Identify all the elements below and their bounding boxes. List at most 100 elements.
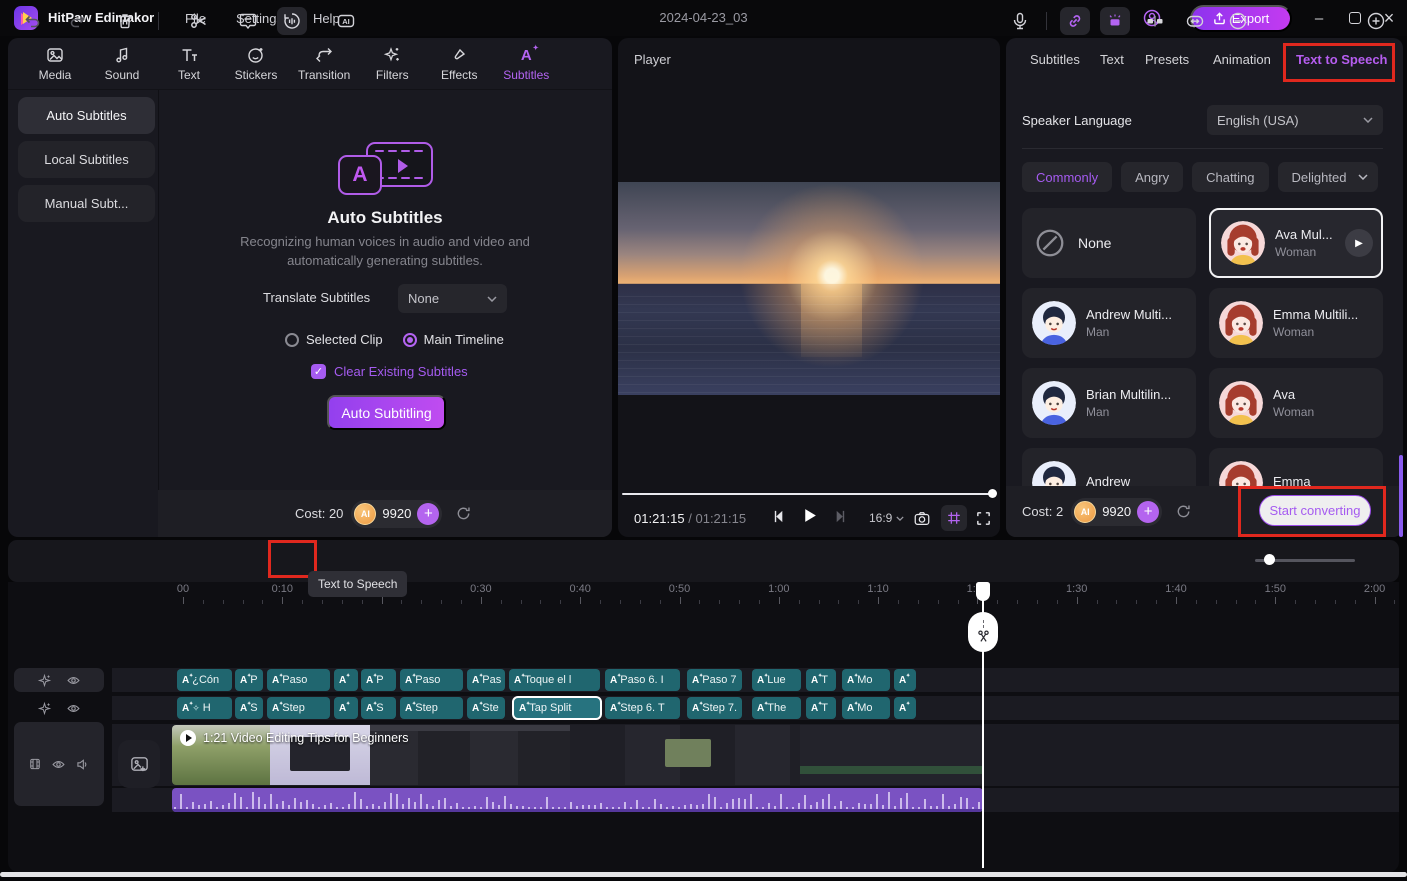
voice-card[interactable]: Ava Mul... Woman ▶ [1209,208,1383,278]
speaker-language-dropdown[interactable]: English (USA) [1207,105,1383,135]
subtitle-segment[interactable]: A ✧ Paso 6. I [605,669,680,691]
radio-selected-clip[interactable]: Selected Clip [285,332,383,347]
voice-card[interactable]: Emma Multili... Woman ▶ [1209,288,1383,358]
snap-align-icon[interactable] [1145,11,1165,31]
add-media-button[interactable] [118,740,160,788]
subtitle-segment[interactable]: A ✧ S [235,697,263,719]
refresh-credits-icon[interactable] [455,505,472,522]
subtitle-segment[interactable]: A ✧ H [177,697,232,719]
tab-transition[interactable]: Transition [298,45,350,82]
clear-existing-subtitles-checkbox[interactable]: ✓ Clear Existing Subtitles [311,364,468,379]
zoom-in-icon[interactable] [1366,11,1386,31]
track-audio-icon[interactable] [75,757,90,772]
subtitle-segment[interactable]: A ✧ Step [267,697,330,719]
tab-stickers[interactable]: Stickers [231,45,281,82]
subtitle-mode-button[interactable]: Local Subtitles [18,141,155,178]
fit-timeline-icon[interactable] [1185,11,1205,31]
aspect-ratio-dropdown[interactable]: 16:9 [869,511,904,525]
zoom-out-icon[interactable] [1228,11,1248,31]
subtitle-segment[interactable]: A ✧ Mo [842,669,890,691]
subtitle-segment[interactable]: A ✧ Toque el l [509,669,600,691]
voice-card[interactable]: Ava Woman ▶ [1209,368,1383,438]
tab-media[interactable]: Media [30,45,80,82]
subtitle-segment[interactable]: A ✧ Lue [752,669,801,691]
voice-play-button[interactable]: ▶ [1345,229,1373,257]
subtitle-mode-button[interactable]: Manual Subt... [18,185,155,222]
refresh-credits-icon[interactable] [1175,503,1192,520]
subtitle-segment[interactable]: A ✧ Paso 7 [687,669,742,691]
voice-card[interactable]: Andrew Multi... Man ▶ [1022,288,1196,358]
translate-subtitles-dropdown[interactable]: None [398,284,507,313]
fullscreen-icon[interactable] [975,510,992,527]
track-effects-icon[interactable] [37,673,52,688]
subtitle-segment[interactable]: A ✧ S [361,697,396,719]
add-credits-button[interactable]: + [417,503,439,525]
subtitle-segment[interactable]: A ✧ Tap Split [512,696,602,720]
subtitle-style-icon[interactable] [238,11,258,31]
grid-overlay-icon[interactable] [941,505,967,531]
track-visibility-icon[interactable] [66,701,81,716]
subtitle-segment[interactable]: A ✧ The [752,697,801,719]
auto-subtitling-button[interactable]: Auto Subtitling [327,395,446,430]
subtitle-segment[interactable]: A ✧ P [235,669,263,691]
tab-subtitles[interactable]: A Subtitles [501,45,551,82]
tab-subtitles-rp[interactable]: Subtitles [1030,52,1080,67]
subtitle-segment[interactable]: A ✧ [894,669,916,691]
emotion-chip[interactable]: Chatting [1192,162,1268,192]
subtitle-segment[interactable]: A ✧ Step 7. [687,697,742,719]
undo-icon[interactable] [22,11,42,31]
emotion-chip[interactable]: Angry [1121,162,1183,192]
next-frame-button[interactable] [832,509,847,524]
split-icon[interactable] [189,11,209,31]
subtitle-segment[interactable]: A ✧ T [806,669,836,691]
track-film-icon[interactable] [28,757,42,771]
video-clip[interactable]: 1:21 Video Editing Tips for Beginners [172,725,983,785]
subtitle-segment[interactable]: A ✧ Ste [467,697,505,719]
text-to-speech-icon[interactable] [277,7,307,35]
playhead-handle[interactable] [976,582,990,601]
record-voiceover-icon[interactable] [1010,11,1030,31]
audio-clip[interactable] [172,788,983,812]
snapshot-icon[interactable] [913,510,931,528]
subtitle-segment[interactable]: A ✧ Pas [467,669,505,691]
track-visibility-icon[interactable] [51,757,66,772]
timeline-ruler[interactable]: 000:100:200:300:400:501:001:101:201:301:… [112,582,1399,604]
zoom-slider-knob[interactable] [1264,554,1275,565]
play-button[interactable] [801,507,818,524]
track-effects-icon[interactable] [37,701,52,716]
voice-card[interactable]: None ▶ [1022,208,1196,278]
subtitle-segment[interactable]: A ✧ [334,669,358,691]
minimize-button[interactable]: – [1304,0,1334,36]
link-clips-icon[interactable] [1060,7,1090,35]
subtitle-mode-button[interactable]: Auto Subtitles [18,97,155,134]
tab-presets[interactable]: Presets [1145,52,1189,67]
ai-tools-icon[interactable]: AI [336,11,356,31]
add-credits-button[interactable]: + [1137,501,1159,523]
split-at-playhead-button[interactable] [968,612,998,652]
subtitle-segment[interactable]: A ✧ Paso [400,669,463,691]
tab-text[interactable]: Text [164,45,214,82]
more-emotions-button[interactable] [1347,162,1378,192]
subtitle-segment[interactable]: A ✧ Paso [267,669,330,691]
subtitle-segment[interactable]: A ✧ [894,697,916,719]
player-seek-knob[interactable] [988,489,997,498]
emotion-chip[interactable]: Commonly [1022,162,1112,192]
tab-filters[interactable]: Filters [367,45,417,82]
timeline-horizontal-scrollbar[interactable] [0,872,1407,877]
tab-sound[interactable]: Sound [97,45,147,82]
tab-text-rp[interactable]: Text [1100,52,1124,67]
voice-card[interactable]: Brian Multilin... Man ▶ [1022,368,1196,438]
subtitle-segment[interactable]: A ✧ P [361,669,396,691]
subtitle-segment[interactable]: A ✧ Mo [842,697,890,719]
subtitle-segment[interactable]: A ✧ Step [400,697,463,719]
voice-list-scrollbar[interactable] [1399,455,1403,537]
subtitle-segment[interactable]: A ✧ T [806,697,836,719]
magnetic-snap-icon[interactable] [1100,7,1130,35]
track-visibility-icon[interactable] [66,673,81,688]
radio-main-timeline[interactable]: Main Timeline [403,332,504,347]
subtitle-segment[interactable]: A ✧ Step 6. T [605,697,680,719]
subtitle-segment[interactable]: A ✧ [334,697,358,719]
previous-frame-button[interactable] [772,509,787,524]
tab-effects[interactable]: Effects [434,45,484,82]
tab-animation[interactable]: Animation [1213,52,1271,67]
